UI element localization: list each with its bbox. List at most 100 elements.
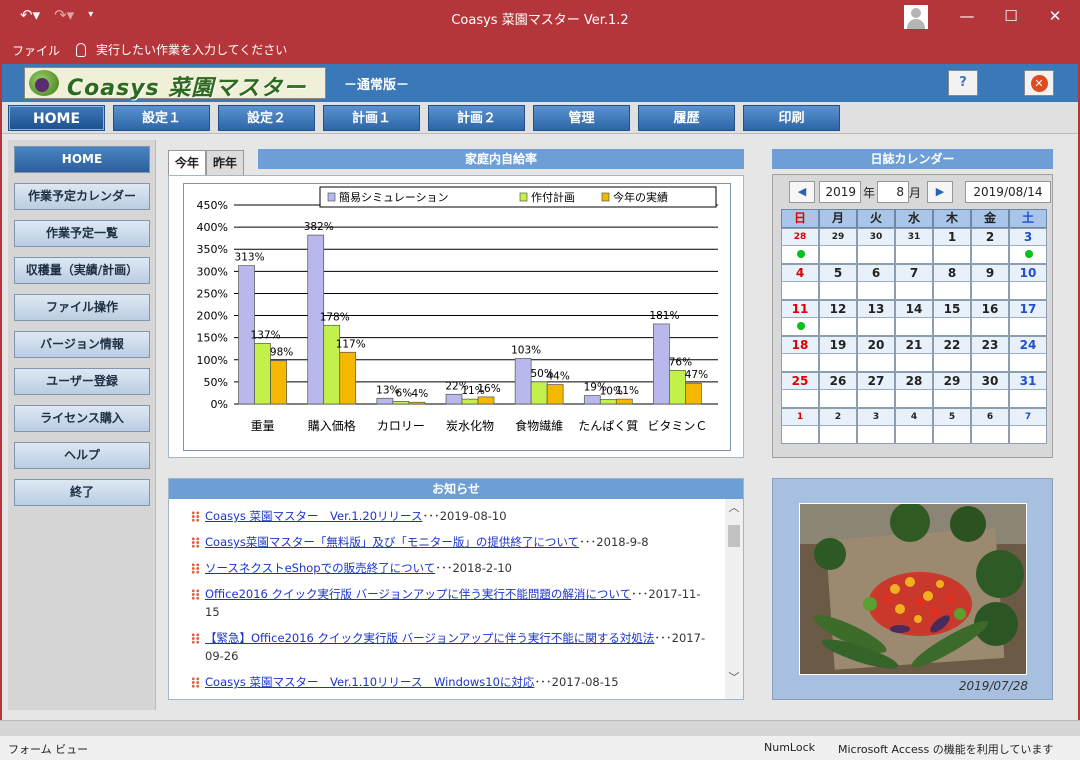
- calendar-day[interactable]: 11: [781, 300, 819, 336]
- calendar-day[interactable]: 10: [1009, 264, 1047, 300]
- sidebar-item-harvest[interactable]: 収穫量（実績/計画）: [14, 257, 150, 284]
- data-label: 11%: [616, 385, 639, 397]
- date-field[interactable]: 2019/08/14: [965, 181, 1051, 203]
- user-avatar-icon[interactable]: [904, 5, 928, 29]
- calendar-day[interactable]: 22: [933, 336, 971, 372]
- calendar-day[interactable]: 9: [971, 264, 1009, 300]
- maximize-icon[interactable]: ☐: [996, 4, 1026, 28]
- news-link[interactable]: Office2016 クイック実行版 バージョンアップに伴う実行不能問題の解消に…: [205, 587, 631, 601]
- day-number: 7: [1010, 409, 1046, 426]
- calendar-day[interactable]: 20: [857, 336, 895, 372]
- calendar-day[interactable]: 24: [1009, 336, 1047, 372]
- tab-last-year[interactable]: 昨年: [206, 150, 244, 176]
- calendar-day[interactable]: 1: [933, 228, 971, 264]
- journal-entry-dot-icon: [797, 322, 805, 330]
- calendar-day[interactable]: 30: [971, 372, 1009, 408]
- news-heading: お知らせ: [169, 479, 743, 499]
- sidebar-item-file-ops[interactable]: ファイル操作: [14, 294, 150, 321]
- help-button[interactable]: ?: [948, 70, 978, 96]
- news-link[interactable]: 【緊急】Office2016 クイック実行版 バージョンアップに伴う実行不能に関…: [205, 631, 654, 645]
- calendar-day[interactable]: 5: [819, 264, 857, 300]
- y-tick-label: 350%: [197, 243, 228, 256]
- sidebar-item-work-list[interactable]: 作業予定一覧: [14, 220, 150, 247]
- calendar-day[interactable]: 29: [819, 228, 857, 264]
- calendar-day[interactable]: 5: [933, 408, 971, 444]
- calendar-day[interactable]: 8: [933, 264, 971, 300]
- calendar-day[interactable]: 31: [1009, 372, 1047, 408]
- tab-this-year[interactable]: 今年: [168, 150, 206, 176]
- year-field[interactable]: 2019: [819, 181, 861, 203]
- calendar-day[interactable]: 2: [819, 408, 857, 444]
- day-number: 6: [858, 265, 894, 282]
- calendar-day[interactable]: 27: [857, 372, 895, 408]
- calendar-day[interactable]: 17: [1009, 300, 1047, 336]
- day-number: 20: [858, 337, 894, 354]
- calendar-day[interactable]: 29: [933, 372, 971, 408]
- calendar-day[interactable]: 6: [857, 264, 895, 300]
- calendar-day[interactable]: 23: [971, 336, 1009, 372]
- exit-button[interactable]: ✕: [1024, 70, 1054, 96]
- calendar-day[interactable]: 16: [971, 300, 1009, 336]
- weekday-label: 月: [819, 209, 857, 228]
- day-number: 3: [858, 409, 894, 426]
- calendar-day[interactable]: 12: [819, 300, 857, 336]
- calendar-day[interactable]: 28: [781, 228, 819, 264]
- calendar-day[interactable]: 26: [819, 372, 857, 408]
- news-link[interactable]: Coasys菜園マスター「無料版」及び「モニター版」の提供終了について: [205, 535, 579, 549]
- calendar-day[interactable]: 30: [857, 228, 895, 264]
- news-link[interactable]: ソースネクストeShopでの販売終了について: [205, 561, 435, 575]
- tab-home[interactable]: HOME: [8, 105, 105, 131]
- next-month-icon[interactable]: ▶: [927, 181, 953, 203]
- tab-print[interactable]: 印刷: [743, 105, 840, 131]
- prev-month-icon[interactable]: ◀: [789, 181, 815, 203]
- sidebar-item-version-info[interactable]: バージョン情報: [14, 331, 150, 358]
- calendar-day[interactable]: 6: [971, 408, 1009, 444]
- calendar-day[interactable]: 21: [895, 336, 933, 372]
- tell-me-box[interactable]: 実行したい作業を入力してください: [76, 41, 287, 58]
- calendar-day[interactable]: 3: [857, 408, 895, 444]
- calendar-day[interactable]: 3: [1009, 228, 1047, 264]
- x-tick-label: 購入価格: [308, 418, 356, 433]
- scroll-down-icon[interactable]: ﹀: [725, 669, 743, 687]
- sidebar-item-license-purchase[interactable]: ライセンス購入: [14, 405, 150, 432]
- month-field[interactable]: 8: [877, 181, 909, 203]
- calendar-day[interactable]: 4: [781, 264, 819, 300]
- calendar-day[interactable]: 1: [781, 408, 819, 444]
- calendar-day[interactable]: 31: [895, 228, 933, 264]
- weekday-label: 金: [971, 209, 1009, 228]
- tab-settings-2[interactable]: 設定２: [218, 105, 315, 131]
- calendar-day[interactable]: 14: [895, 300, 933, 336]
- scroll-thumb[interactable]: [728, 525, 740, 547]
- calendar-day[interactable]: 4: [895, 408, 933, 444]
- tab-manage[interactable]: 管理: [533, 105, 630, 131]
- calendar-day[interactable]: 2: [971, 228, 1009, 264]
- weekday-header: 日月火水木金土: [781, 209, 1047, 228]
- calendar-day[interactable]: 15: [933, 300, 971, 336]
- news-link[interactable]: Coasys 菜園マスター Ver.1.10リリース Windows10に対応: [205, 675, 534, 689]
- news-scrollbar[interactable]: ︿ ﹀: [725, 499, 743, 699]
- sidebar-item-home[interactable]: HOME: [14, 146, 150, 173]
- tab-history[interactable]: 履歴: [638, 105, 735, 131]
- close-window-icon[interactable]: ✕: [1040, 4, 1070, 28]
- calendar-day[interactable]: 7: [1009, 408, 1047, 444]
- tab-plan-1[interactable]: 計画１: [323, 105, 420, 131]
- calendar-day[interactable]: 7: [895, 264, 933, 300]
- minimize-icon[interactable]: —: [952, 4, 982, 28]
- scroll-up-icon[interactable]: ︿: [725, 499, 743, 517]
- chart-legend: 簡易シミュレーション 作付計画 今年の実績: [319, 186, 717, 208]
- calendar-day[interactable]: 13: [857, 300, 895, 336]
- calendar-day[interactable]: 19: [819, 336, 857, 372]
- sidebar-item-help[interactable]: ヘルプ: [14, 442, 150, 469]
- calendar-day[interactable]: 25: [781, 372, 819, 408]
- file-menu[interactable]: ファイル: [12, 42, 60, 59]
- tab-plan-2[interactable]: 計画２: [428, 105, 525, 131]
- tab-settings-1[interactable]: 設定１: [113, 105, 210, 131]
- data-label: 313%: [235, 252, 265, 264]
- sidebar-item-work-calendar[interactable]: 作業予定カレンダー: [14, 183, 150, 210]
- calendar-day[interactable]: 18: [781, 336, 819, 372]
- news-link[interactable]: Coasys 菜園マスター Ver.1.20リリース: [205, 509, 422, 523]
- sidebar-item-exit[interactable]: 終了: [14, 479, 150, 506]
- sidebar-item-user-register[interactable]: ユーザー登録: [14, 368, 150, 395]
- y-tick-label: 0%: [211, 398, 228, 411]
- calendar-day[interactable]: 28: [895, 372, 933, 408]
